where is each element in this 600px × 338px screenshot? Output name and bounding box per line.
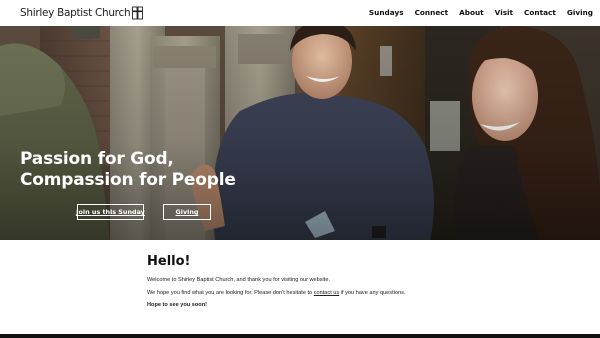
welcome-paragraph: Welcome to Shirley Baptist Church, and t… — [147, 277, 331, 283]
contact-paragraph: We hope you find what you are looking fo… — [147, 290, 467, 297]
cross-logo-icon — [132, 6, 144, 20]
hero-title-line1: Passion for God, — [20, 149, 174, 169]
footer-bar — [0, 334, 600, 338]
welcome-heading: Hello! — [147, 254, 191, 269]
nav-sundays[interactable]: Sundays — [369, 8, 404, 17]
nav-visit[interactable]: Visit — [495, 8, 513, 17]
logo-text: Shirley Baptist Church — [20, 7, 131, 19]
main-nav: Sundays Connect About Visit Contact Givi… — [369, 8, 593, 17]
join-sunday-button[interactable]: Join us this Sunday — [76, 204, 145, 220]
site-header: Shirley Baptist Church Sundays Connect A… — [0, 0, 600, 26]
nav-contact[interactable]: Contact — [524, 8, 556, 17]
nav-connect[interactable]: Connect — [415, 8, 449, 17]
giving-button[interactable]: Giving — [163, 204, 211, 220]
hero-title: Passion for God, Compassion for People — [20, 149, 236, 191]
welcome-section: Hello! Welcome to Shirley Baptist Church… — [147, 254, 467, 315]
contact-text-after: if you have any questions. — [340, 289, 406, 296]
contact-us-link[interactable]: contact us — [314, 290, 340, 296]
nav-giving[interactable]: Giving — [567, 8, 593, 17]
contact-text-before: We hope you find what you are looking fo… — [147, 289, 313, 296]
hero-banner: Passion for God, Compassion for People J… — [0, 26, 600, 240]
closing-text: Hope to see you soon! — [147, 302, 207, 308]
hero-title-line2: Compassion for People — [20, 170, 236, 190]
closing-paragraph: Hope to see you soon! — [147, 302, 467, 309]
nav-about[interactable]: About — [459, 8, 484, 17]
site-logo[interactable]: Shirley Baptist Church — [20, 5, 144, 21]
